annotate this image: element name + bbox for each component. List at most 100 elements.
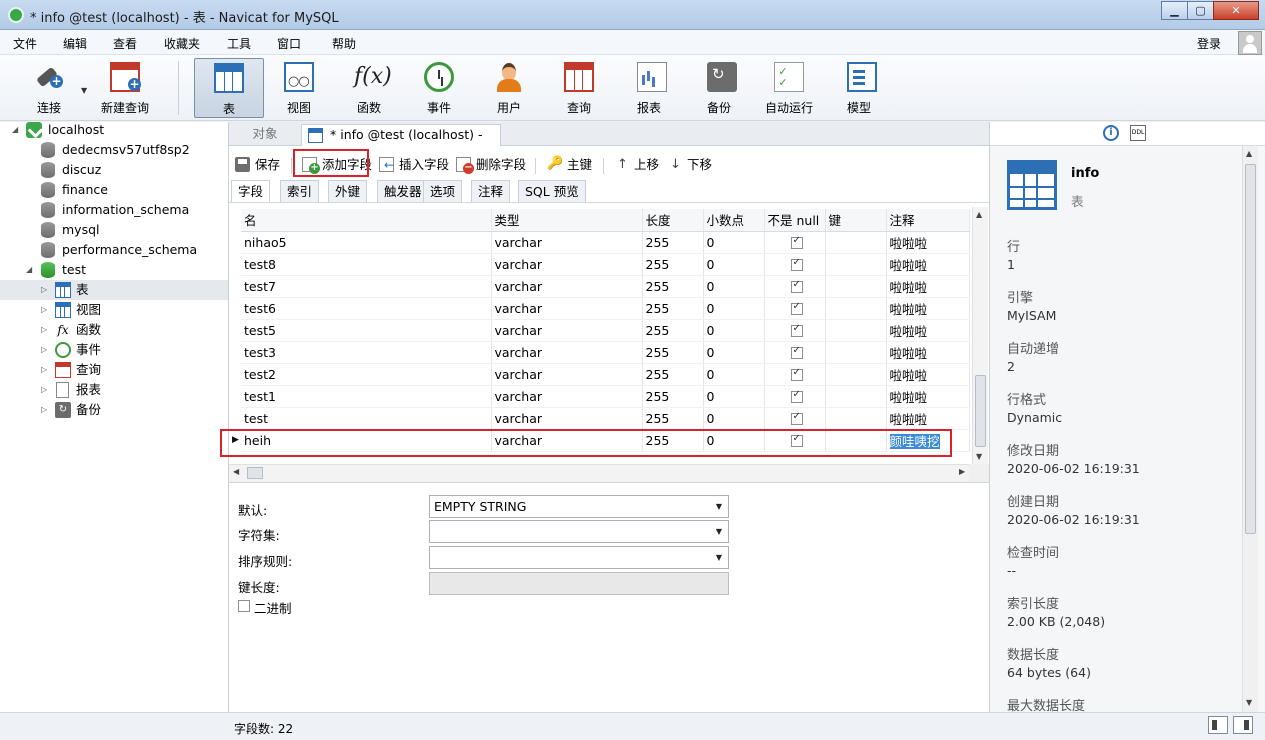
table-row[interactable]: test8 varchar 255 0 啦啦啦 [241, 253, 970, 276]
cell-length[interactable]: 255 [642, 319, 704, 342]
insert-field-button[interactable]: 插入字段 [379, 156, 449, 174]
not-null-checkbox[interactable] [790, 323, 803, 337]
menu-file[interactable]: 文件 [13, 35, 37, 52]
cell-comment[interactable]: 啦啦啦 [886, 319, 970, 342]
cell-name[interactable]: test1 [241, 385, 492, 408]
tab-comments[interactable]: 注释 [471, 180, 511, 202]
expand-triangle-icon[interactable]: ▷ [41, 300, 47, 320]
cell-type[interactable]: varchar [491, 275, 643, 298]
menu-edit[interactable]: 编辑 [63, 35, 87, 52]
column-header-type[interactable]: 类型 [491, 209, 643, 232]
cell-type[interactable]: varchar [491, 319, 643, 342]
ddl-icon[interactable]: DDL [1130, 125, 1146, 141]
cell-type[interactable]: varchar [491, 363, 643, 386]
avatar[interactable] [1238, 31, 1262, 55]
cell-length[interactable]: 255 [642, 297, 704, 320]
layout-toggle-right-icon[interactable] [1233, 716, 1253, 734]
cell-comment[interactable]: 啦啦啦 [886, 341, 970, 364]
table-row[interactable]: test6 varchar 255 0 啦啦啦 [241, 297, 970, 320]
not-null-checkbox[interactable] [790, 235, 803, 249]
cell-length[interactable]: 255 [642, 253, 704, 276]
key-length-field[interactable] [429, 572, 729, 595]
tree-db-test[interactable]: ◢ test [0, 260, 228, 280]
grid-horizontal-scrollbar[interactable]: ◀ ▶ [229, 464, 969, 481]
scroll-down-icon[interactable]: ▼ [976, 452, 982, 461]
tree-db-information-schema[interactable]: information_schema [0, 200, 228, 220]
cell-comment[interactable]: 啦啦啦 [886, 253, 970, 276]
menu-view[interactable]: 查看 [113, 35, 137, 52]
column-header-decimals[interactable]: 小数点 [703, 209, 765, 232]
scroll-thumb[interactable] [975, 375, 986, 447]
tree-test-reports[interactable]: ▷ 报表 [0, 380, 228, 400]
table-row[interactable]: nihao5 varchar 255 0 啦啦啦 [241, 231, 970, 254]
delete-field-button[interactable]: 删除字段 [456, 156, 526, 174]
expand-triangle-icon[interactable]: ▷ [41, 360, 47, 380]
not-null-checkbox[interactable] [790, 411, 803, 425]
collation-select[interactable]: ▼ [429, 546, 729, 569]
collapse-triangle-icon[interactable]: ◢ [26, 260, 32, 280]
tree-test-tables[interactable]: ▷ 表 [0, 280, 228, 300]
column-header-length[interactable]: 长度 [642, 209, 704, 232]
expand-triangle-icon[interactable]: ▷ [41, 400, 47, 420]
toolbar-view-button[interactable]: 视图 [264, 58, 334, 118]
cell-comment[interactable]: 啦啦啦 [886, 231, 970, 254]
move-up-button[interactable]: 上移 [614, 156, 659, 174]
tree-test-backups[interactable]: ▷ ↻ 备份 [0, 400, 228, 420]
column-header-name[interactable]: 名 [241, 209, 492, 232]
cell-type[interactable]: varchar [491, 385, 643, 408]
cell-comment[interactable]: 啦啦啦 [886, 363, 970, 386]
table-row[interactable]: test5 varchar 255 0 啦啦啦 [241, 319, 970, 342]
column-header-comment[interactable]: 注释 [886, 209, 970, 232]
cell-type[interactable]: varchar [491, 297, 643, 320]
tab-objects[interactable]: 对象 [229, 124, 301, 146]
scroll-thumb[interactable] [247, 467, 263, 479]
cell-key[interactable] [825, 407, 887, 430]
tab-sql-preview[interactable]: SQL 预览 [518, 180, 586, 202]
cell-length[interactable]: 255 [642, 407, 704, 430]
cell-comment[interactable]: 啦啦啦 [886, 385, 970, 408]
toolbar-schedule-button[interactable]: 自动运行 [754, 58, 824, 118]
cell-decimals[interactable]: 0 [703, 407, 765, 430]
charset-select[interactable]: ▼ [429, 520, 729, 543]
tree-test-views[interactable]: ▷ 视图 [0, 300, 228, 320]
toolbar-model-button[interactable]: 模型 [824, 58, 894, 118]
scroll-thumb[interactable] [1245, 164, 1256, 534]
not-null-checkbox[interactable] [790, 389, 803, 403]
tree-db-dedecmsv57utf8sp2[interactable]: dedecmsv57utf8sp2 [0, 140, 228, 160]
cell-key[interactable] [825, 231, 887, 254]
scroll-up-icon[interactable]: ▲ [976, 210, 982, 219]
toolbar-backup-button[interactable]: 备份 [684, 58, 754, 118]
scroll-right-icon[interactable]: ▶ [959, 467, 965, 476]
toolbar-query-button[interactable]: 查询 [544, 58, 614, 118]
tree-test-functions[interactable]: ▷ fx 函数 [0, 320, 228, 340]
cell-comment[interactable]: 啦啦啦 [886, 297, 970, 320]
tab-info-table[interactable]: * info @test (localhost) - 表 [301, 124, 501, 162]
cell-name[interactable]: test2 [241, 363, 492, 386]
primary-key-button[interactable]: 主键 [547, 155, 592, 174]
save-button[interactable]: 保存 [235, 156, 280, 174]
toolbar-user-button[interactable]: 用户 [474, 58, 544, 118]
cell-name[interactable]: nihao5 [241, 231, 492, 254]
cell-decimals[interactable]: 0 [703, 275, 765, 298]
cell-name[interactable]: test8 [241, 253, 492, 276]
cell-length[interactable]: 255 [642, 275, 704, 298]
table-row[interactable]: test1 varchar 255 0 啦啦啦 [241, 385, 970, 408]
tree-db-performance-schema[interactable]: performance_schema [0, 240, 228, 260]
toolbar-function-button[interactable]: f(x) 函数 [334, 58, 404, 118]
tab-fields[interactable]: 字段 [231, 180, 271, 202]
cell-comment[interactable]: 啦啦啦 [886, 407, 970, 430]
close-button[interactable]: ✕ [1213, 1, 1259, 20]
cell-length[interactable]: 255 [642, 363, 704, 386]
cell-name[interactable]: test3 [241, 341, 492, 364]
tab-foreign-keys[interactable]: 外键 [328, 180, 368, 202]
grid-vertical-scrollbar[interactable]: ▲ ▼ [972, 207, 988, 464]
cell-key[interactable] [825, 297, 887, 320]
cell-decimals[interactable]: 0 [703, 253, 765, 276]
login-link[interactable]: 登录 [1197, 35, 1221, 52]
cell-type[interactable]: varchar [491, 231, 643, 254]
tree-test-queries[interactable]: ▷ 查询 [0, 360, 228, 380]
cell-type[interactable]: varchar [491, 407, 643, 430]
tree-connection-localhost[interactable]: ◢ localhost [0, 120, 228, 140]
menu-window[interactable]: 窗口 [277, 35, 301, 52]
cell-decimals[interactable]: 0 [703, 297, 765, 320]
